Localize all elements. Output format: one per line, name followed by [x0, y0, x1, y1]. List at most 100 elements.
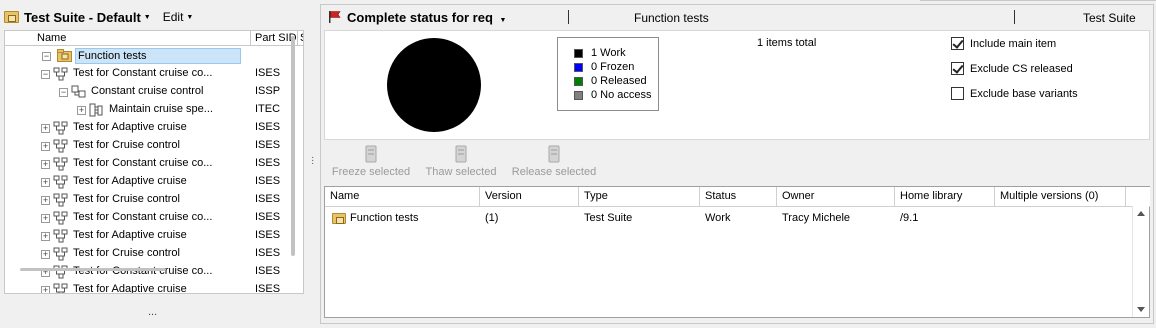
tree-row[interactable]: + Test for Adaptive cruise ISES [5, 281, 291, 294]
chevron-down-icon: ▼ [186, 13, 194, 21]
grid-header-multiple-versions[interactable]: Multiple versions (0) [995, 187, 1126, 207]
tree-node-label: Test for Adaptive cruise [73, 229, 187, 241]
thaw-icon [455, 145, 467, 163]
tree-row[interactable]: − Function tests [5, 47, 291, 65]
tree-row[interactable]: − Constant cruise control ISSP [5, 83, 291, 101]
tree-row[interactable]: + Test for Adaptive cruise ISES [5, 227, 291, 245]
edit-menu-label: Edit [162, 10, 184, 24]
tree-row[interactable]: + Test for Cruise control ISES [5, 191, 291, 209]
tree-row[interactable]: + Test for Cruise control ISES [5, 137, 291, 155]
exclude-base-variants-option[interactable]: Exclude base variants [951, 86, 1078, 101]
tree-node-part-sid: ISES [255, 247, 281, 259]
suite-selector[interactable]: Test Suite - Default ▼ [4, 10, 151, 25]
include-main-item-checkbox[interactable] [951, 37, 964, 50]
grid-header-owner[interactable]: Owner [777, 187, 895, 207]
exclude-cs-released-option[interactable]: Exclude CS released [951, 61, 1073, 76]
grid-cell-version: (1) [485, 212, 499, 224]
collapse-icon[interactable]: − [59, 88, 68, 97]
tree-node-part-sid: ISES [255, 193, 281, 205]
edit-menu[interactable]: Edit ▼ [163, 10, 194, 24]
expand-icon[interactable]: + [41, 142, 50, 151]
tree-node-part-sid: ISES [255, 139, 281, 151]
tree-node-part-sid: ISES [255, 211, 281, 223]
tree-row[interactable]: + Test for Constant cruise co... ISES [5, 155, 291, 173]
expand-icon[interactable]: + [41, 232, 50, 241]
legend-label: 0 No access [591, 89, 652, 101]
scroll-up-arrow-icon[interactable] [1137, 211, 1145, 216]
tree-node-part-sid: ISES [255, 229, 281, 241]
context-item: Function tests [634, 11, 709, 25]
collapse-icon[interactable]: − [42, 52, 51, 61]
grid-cell-owner: Tracy Michele [782, 212, 851, 224]
thaw-selected-button[interactable]: Thaw selected [422, 144, 500, 182]
tree-row[interactable]: + Test for Constant cruise co... ISES [5, 263, 291, 281]
tree-row[interactable]: − Test for Constant cruise co... ISES [5, 65, 291, 83]
expand-icon[interactable]: + [41, 196, 50, 205]
grid-cell-type: Test Suite [584, 212, 633, 224]
freeze-icon [365, 145, 377, 163]
test-suite-folder-icon [332, 212, 346, 224]
tree-node-label: Test for Adaptive cruise [73, 121, 187, 133]
expand-icon[interactable]: + [41, 286, 50, 293]
grid-header-status[interactable]: Status [700, 187, 777, 207]
chevron-down-icon: ▼ [143, 13, 151, 21]
legend-swatch [574, 48, 583, 58]
scroll-down-arrow-icon[interactable] [1137, 307, 1145, 312]
expand-icon[interactable]: + [41, 250, 50, 259]
requirement-icon [53, 211, 69, 225]
column-header-s[interactable]: S [298, 31, 303, 46]
tree-node-label: Test for Cruise control [73, 193, 180, 205]
grid-header-type[interactable]: Type [579, 187, 700, 207]
include-main-item-option[interactable]: Include main item [951, 36, 1056, 51]
header-separator [568, 10, 569, 24]
column-header-name[interactable]: Name [5, 31, 251, 46]
requirement-icon [53, 121, 69, 135]
tree-node-part-sid: ISES [255, 121, 281, 133]
tree-vertical-scrollbar[interactable] [291, 36, 295, 256]
grid-header-version[interactable]: Version [480, 187, 579, 207]
grid-header-name[interactable]: Name [325, 187, 480, 207]
exclude-base-variants-label: Exclude base variants [970, 87, 1078, 100]
expand-icon[interactable]: + [77, 106, 86, 115]
requirement-icon [53, 67, 69, 81]
tree-row[interactable]: + Test for Constant cruise co... ISES [5, 209, 291, 227]
requirement-icon [53, 139, 69, 153]
exclude-base-variants-checkbox[interactable] [951, 87, 964, 100]
requirement-icon [53, 247, 69, 261]
freeze-selected-label: Freeze selected [331, 166, 411, 178]
tree-view[interactable]: Name Part SID S −Function tests−Test for… [4, 30, 304, 294]
tree-node-label: Test for Cruise control [73, 247, 180, 259]
suite-title: Test Suite - Default [24, 9, 141, 25]
grid-header-home-library[interactable]: Home library [895, 187, 995, 207]
legend-label: 0 Released [591, 75, 647, 87]
tree-node-part-sid: ISSP [255, 85, 281, 97]
splitter-grip-icon[interactable]: · · · [311, 153, 314, 169]
tree-row[interactable]: + Test for Adaptive cruise ISES [5, 119, 291, 137]
expand-icon[interactable]: + [41, 214, 50, 223]
grid-cell-name: Function tests [327, 210, 477, 226]
exclude-cs-released-checkbox[interactable] [951, 62, 964, 75]
tree-row[interactable]: + Test for Cruise control ISES [5, 245, 291, 263]
expand-icon[interactable]: + [41, 178, 50, 187]
legend-item: 0 No access [574, 88, 658, 102]
legend-swatch [574, 90, 583, 100]
status-view-selector[interactable]: Complete status for req ▼ [347, 10, 506, 25]
expand-icon[interactable]: + [41, 124, 50, 133]
chevron-down-icon: ▼ [499, 17, 507, 24]
grid-vertical-scrollbar[interactable] [1132, 206, 1149, 317]
requirement-icon [53, 157, 69, 171]
tree-row[interactable]: + Maintain cruise spe... ITEC [5, 101, 291, 119]
items-total: 1 items total [757, 37, 817, 49]
tree-node-label: Test for Constant cruise co... [73, 265, 213, 277]
status-pie-chart [387, 38, 481, 132]
tree-node-part-sid: ISES [255, 283, 281, 294]
more-indicator[interactable]: ... [148, 306, 157, 318]
tree-row[interactable]: + Test for Adaptive cruise ISES [5, 173, 291, 191]
collapse-icon[interactable]: − [41, 70, 50, 79]
release-selected-button[interactable]: Release selected [510, 144, 598, 182]
tree-horizontal-scrollbar[interactable] [20, 268, 166, 271]
status-grid[interactable]: Name Version Type Status Owner Home libr… [324, 186, 1150, 318]
grid-cell-status: Work [705, 212, 731, 224]
freeze-selected-button[interactable]: Freeze selected [330, 144, 412, 182]
expand-icon[interactable]: + [41, 160, 50, 169]
